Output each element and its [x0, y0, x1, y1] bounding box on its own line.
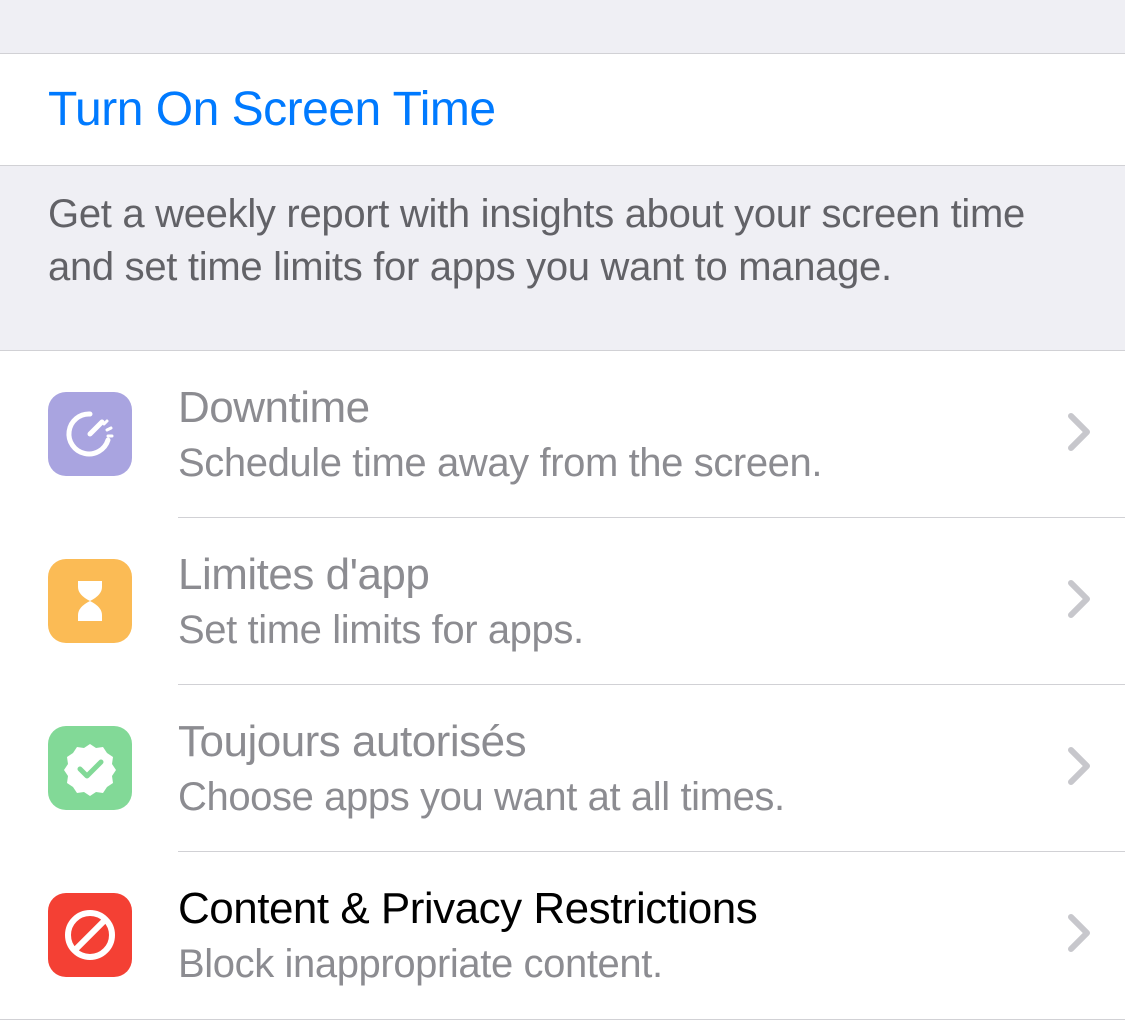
hourglass-icon	[48, 559, 132, 643]
description-text: Get a weekly report with insights about …	[48, 188, 1077, 294]
chevron-right-icon	[1065, 410, 1095, 459]
chevron-right-icon	[1065, 577, 1095, 626]
downtime-row[interactable]: Downtime Schedule time away from the scr…	[0, 351, 1125, 518]
content-privacy-subtitle: Block inappropriate content.	[178, 942, 1055, 987]
downtime-title: Downtime	[178, 383, 1055, 433]
divider	[0, 1019, 1125, 1020]
app-limits-subtitle: Set time limits for apps.	[178, 608, 1055, 653]
top-spacer	[0, 0, 1125, 54]
content-privacy-title: Content & Privacy Restrictions	[178, 884, 1055, 934]
speedometer-icon	[48, 392, 132, 476]
settings-list: Downtime Schedule time away from the scr…	[0, 351, 1125, 1019]
chevron-right-icon	[1065, 744, 1095, 793]
app-limits-title: Limites d'app	[178, 550, 1055, 600]
turn-on-screen-time-row[interactable]: Turn On Screen Time	[0, 54, 1125, 166]
always-allowed-title: Toujours autorisés	[178, 717, 1055, 767]
always-allowed-row[interactable]: Toujours autorisés Choose apps you want …	[0, 685, 1125, 852]
downtime-text: Downtime Schedule time away from the scr…	[178, 383, 1055, 486]
downtime-subtitle: Schedule time away from the screen.	[178, 441, 1055, 486]
turn-on-screen-time-label: Turn On Screen Time	[48, 83, 496, 136]
no-sign-icon	[48, 893, 132, 977]
app-limits-row[interactable]: Limites d'app Set time limits for apps.	[0, 518, 1125, 685]
checkmark-seal-icon	[48, 726, 132, 810]
always-allowed-text: Toujours autorisés Choose apps you want …	[178, 717, 1055, 820]
app-limits-text: Limites d'app Set time limits for apps.	[178, 550, 1055, 653]
content-privacy-row[interactable]: Content & Privacy Restrictions Block ina…	[0, 852, 1125, 1019]
always-allowed-subtitle: Choose apps you want at all times.	[178, 775, 1055, 820]
content-privacy-text: Content & Privacy Restrictions Block ina…	[178, 884, 1055, 987]
chevron-right-icon	[1065, 911, 1095, 960]
description-block: Get a weekly report with insights about …	[0, 166, 1125, 351]
